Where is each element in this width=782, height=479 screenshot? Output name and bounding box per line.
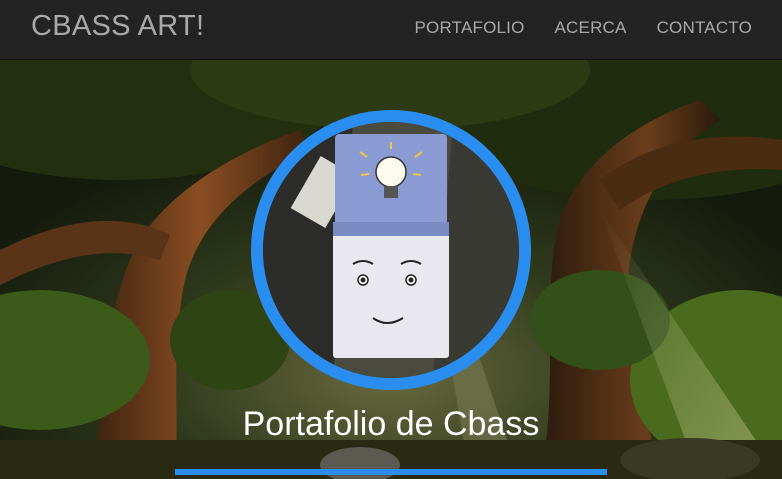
title-divider [175,469,607,475]
nav-link-acerca[interactable]: ACERCA [555,18,627,38]
lightbulb-character-icon [263,122,519,378]
brand-link[interactable]: CBASS ART! [31,10,204,43]
page: CBASS ART! PORTAFOLIO ACERCA CONTACTO Po… [0,0,782,479]
navbar: CBASS ART! PORTAFOLIO ACERCA CONTACTO [0,0,782,60]
nav-link-portafolio[interactable]: PORTAFOLIO [415,18,525,38]
page-title: Portafolio de Cbass [242,405,540,443]
hero-section: Portafolio de Cbass [0,60,782,479]
avatar [251,110,531,390]
nav-links: PORTAFOLIO ACERCA CONTACTO [415,18,753,38]
nav-link-contacto[interactable]: CONTACTO [657,18,752,38]
